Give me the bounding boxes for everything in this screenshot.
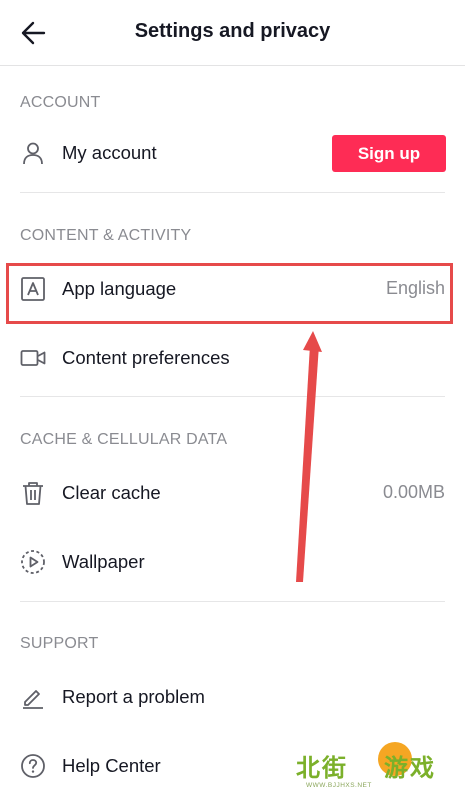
report-problem-row[interactable]: Report a problem [0, 666, 465, 726]
watermark-url: WWW.BJJHXS.NET [306, 782, 372, 789]
video-camera-icon [20, 350, 46, 366]
section-title-content: CONTENT & ACTIVITY [20, 227, 192, 244]
header-bar: Settings and privacy [0, 0, 465, 66]
divider [20, 192, 445, 193]
play-circle-icon [21, 550, 45, 574]
watermark-logo: 北街 游戏 WWW.BJJHXS.NET [296, 740, 464, 794]
section-title-support: SUPPORT [20, 635, 99, 652]
person-icon [23, 142, 43, 165]
trash-icon [23, 482, 43, 505]
pencil-icon [23, 690, 43, 709]
page-title: Settings and privacy [134, 20, 331, 42]
section-title-account: ACCOUNT [20, 94, 101, 111]
wallpaper-row[interactable]: Wallpaper [0, 531, 465, 591]
clear-cache-label: Clear cache [62, 482, 161, 503]
content-preferences-label: Content preferences [62, 347, 230, 368]
watermark-right-text: 游戏 [384, 755, 436, 782]
question-circle-icon [21, 754, 45, 778]
help-center-label: Help Center [62, 755, 161, 776]
watermark-left-text: 北街 [296, 755, 348, 782]
wallpaper-label: Wallpaper [62, 551, 145, 572]
highlight-box [6, 263, 453, 324]
clear-cache-row[interactable]: Clear cache 0.00MB [0, 462, 465, 522]
divider [20, 396, 445, 397]
sign-up-button[interactable]: Sign up [332, 135, 446, 172]
divider [20, 601, 445, 602]
content-preferences-row[interactable]: Content preferences [0, 327, 465, 387]
watermark-text: 北街 游戏 [296, 748, 436, 783]
report-problem-label: Report a problem [62, 686, 205, 707]
section-title-cache: CACHE & CELLULAR DATA [20, 431, 228, 448]
my-account-label: My account [62, 142, 157, 163]
cache-size-value: 0.00MB [382, 482, 445, 502]
